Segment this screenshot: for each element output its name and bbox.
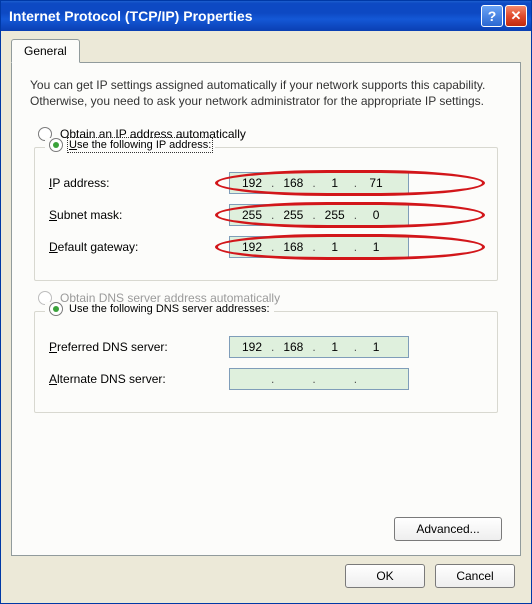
default-gateway-o2[interactable]	[274, 239, 312, 255]
subnet-mask-label: Subnet mask:	[49, 208, 229, 222]
default-gateway-o4[interactable]	[357, 239, 395, 255]
ip-manual-group: Use the following IP address: IP address…	[34, 147, 498, 281]
advanced-row: Advanced...	[394, 517, 502, 541]
subnet-mask-o1[interactable]	[233, 207, 271, 223]
ip-address-o2[interactable]	[274, 175, 312, 191]
alternate-dns-row: Alternate DNS server: . . .	[49, 368, 483, 390]
alternate-dns-label: Alternate DNS server:	[49, 372, 229, 386]
tcpip-properties-window: Internet Protocol (TCP/IP) Properties ? …	[0, 0, 532, 604]
advanced-button[interactable]: Advanced...	[394, 517, 502, 541]
ip-address-o3[interactable]	[316, 175, 354, 191]
tab-general-panel: You can get IP settings assigned automat…	[11, 62, 521, 556]
default-gateway-input[interactable]: . . .	[229, 236, 409, 258]
alternate-dns-o2[interactable]	[274, 371, 312, 387]
default-gateway-o3[interactable]	[316, 239, 354, 255]
client-area: General You can get IP settings assigned…	[1, 31, 531, 603]
subnet-mask-o4[interactable]	[357, 207, 395, 223]
subnet-mask-o3[interactable]	[316, 207, 354, 223]
ok-button[interactable]: OK	[345, 564, 425, 588]
tab-container: General You can get IP settings assigned…	[11, 39, 521, 556]
ip-address-o1[interactable]	[233, 175, 271, 191]
dialog-buttons: OK Cancel	[11, 556, 521, 588]
intro-text: You can get IP settings assigned automat…	[30, 77, 502, 109]
alternate-dns-o1[interactable]	[233, 371, 271, 387]
radio-dns-manual[interactable]	[49, 302, 63, 316]
help-button[interactable]: ?	[481, 5, 503, 27]
preferred-dns-row: Preferred DNS server: . . .	[49, 336, 483, 358]
titlebar-buttons: ? ✕	[481, 5, 527, 27]
ip-address-label: IP address:	[49, 176, 229, 190]
dns-manual-row: Use the following DNS server addresses:	[45, 302, 274, 316]
alternate-dns-o3[interactable]	[316, 371, 354, 387]
radio-ip-manual-label[interactable]: Use the following IP address:	[69, 139, 211, 151]
preferred-dns-label: Preferred DNS server:	[49, 340, 229, 354]
default-gateway-row: Default gateway: . . .	[49, 236, 483, 258]
alternate-dns-input[interactable]: . . .	[229, 368, 409, 390]
tabstrip: General	[11, 39, 521, 63]
subnet-mask-row: Subnet mask: . . .	[49, 204, 483, 226]
ip-address-o4[interactable]	[357, 175, 395, 191]
preferred-dns-o1[interactable]	[233, 339, 271, 355]
preferred-dns-o4[interactable]	[357, 339, 395, 355]
alternate-dns-o4[interactable]	[357, 371, 395, 387]
window-title: Internet Protocol (TCP/IP) Properties	[9, 8, 481, 24]
ip-address-input[interactable]: . . .	[229, 172, 409, 194]
default-gateway-label: Default gateway:	[49, 240, 229, 254]
subnet-mask-o2[interactable]	[274, 207, 312, 223]
preferred-dns-o2[interactable]	[274, 339, 312, 355]
preferred-dns-input[interactable]: . . .	[229, 336, 409, 358]
ip-address-row: IP address: . . .	[49, 172, 483, 194]
radio-dns-manual-label[interactable]: Use the following DNS server addresses:	[69, 303, 270, 315]
subnet-mask-input[interactable]: . . .	[229, 204, 409, 226]
default-gateway-o1[interactable]	[233, 239, 271, 255]
preferred-dns-o3[interactable]	[316, 339, 354, 355]
close-button[interactable]: ✕	[505, 5, 527, 27]
tab-general[interactable]: General	[11, 39, 80, 63]
cancel-button[interactable]: Cancel	[435, 564, 515, 588]
radio-ip-manual[interactable]	[49, 138, 63, 152]
dns-manual-group: Use the following DNS server addresses: …	[34, 311, 498, 413]
ip-manual-row: Use the following IP address:	[45, 138, 215, 152]
titlebar[interactable]: Internet Protocol (TCP/IP) Properties ? …	[1, 1, 531, 31]
